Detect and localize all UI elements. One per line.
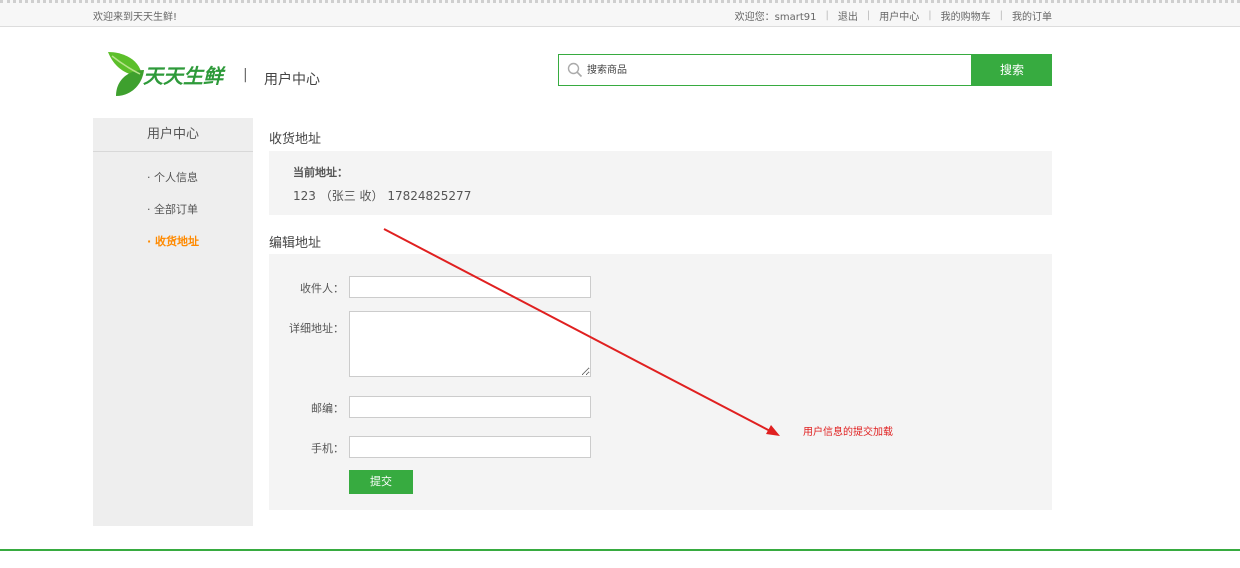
logo-text: 天天生鲜 <box>143 66 223 88</box>
current-address-label: 当前地址： <box>293 166 348 179</box>
search-icon <box>567 62 583 78</box>
top-links: 欢迎您：smart91 | 退出 | 用户中心 | 我的购物车 | 我的订单 <box>735 8 1052 23</box>
page-title: 用户中心 <box>264 72 320 88</box>
edit-address-form: 收件人： 详细地址： 邮编： 手机： 提交 <box>269 254 1052 510</box>
sidebar-item-profile[interactable]: · 个人信息 <box>147 169 198 185</box>
current-address-panel: 当前地址： 123 （张三 收） 17824825277 <box>269 151 1052 215</box>
sidebar-heading: 用户中心 <box>93 118 253 152</box>
logout-link[interactable]: 退出 <box>838 8 858 23</box>
sidebar-item-orders[interactable]: · 全部订单 <box>147 201 198 217</box>
section-title-address: 收货地址 <box>269 132 322 147</box>
header-separator: | <box>243 67 248 83</box>
divider: | <box>999 10 1003 21</box>
sidebar: 用户中心 · 个人信息 · 全部订单 · 收货地址 <box>93 118 253 526</box>
section-title-edit: 编辑地址 <box>269 236 322 251</box>
divider: | <box>866 10 871 21</box>
sidebar-item-address[interactable]: · 收货地址 <box>147 233 199 249</box>
submit-button[interactable]: 提交 <box>349 470 413 494</box>
greeting-text: 欢迎您：smart91 <box>734 12 817 23</box>
detail-address-label: 详细地址： <box>289 322 344 335</box>
user-center-link[interactable]: 用户中心 <box>879 8 919 23</box>
top-bar: 欢迎来到天天生鲜! 欢迎您：smart91 | 退出 | 用户中心 | 我的购物… <box>0 0 1240 27</box>
search-input[interactable] <box>587 59 957 81</box>
receiver-label: 收件人： <box>300 282 344 295</box>
footer-divider <box>0 549 1240 551</box>
receiver-field[interactable] <box>349 276 591 298</box>
orders-link[interactable]: 我的订单 <box>1012 8 1052 23</box>
phone-field[interactable] <box>349 436 591 458</box>
postcode-label: 邮编： <box>311 402 344 415</box>
search-box <box>558 54 972 86</box>
annotation-text: 用户信息的提交加载 <box>803 427 893 438</box>
postcode-field[interactable] <box>349 396 591 418</box>
divider: | <box>825 10 829 21</box>
current-address-value: 123 （张三 收） 17824825277 <box>293 189 472 203</box>
cart-link[interactable]: 我的购物车 <box>941 8 991 23</box>
divider: | <box>928 10 932 21</box>
detail-address-field[interactable] <box>349 311 591 377</box>
search-button[interactable]: 搜索 <box>972 54 1052 86</box>
phone-label: 手机： <box>311 442 344 455</box>
welcome-text: 欢迎来到天天生鲜! <box>93 12 178 23</box>
